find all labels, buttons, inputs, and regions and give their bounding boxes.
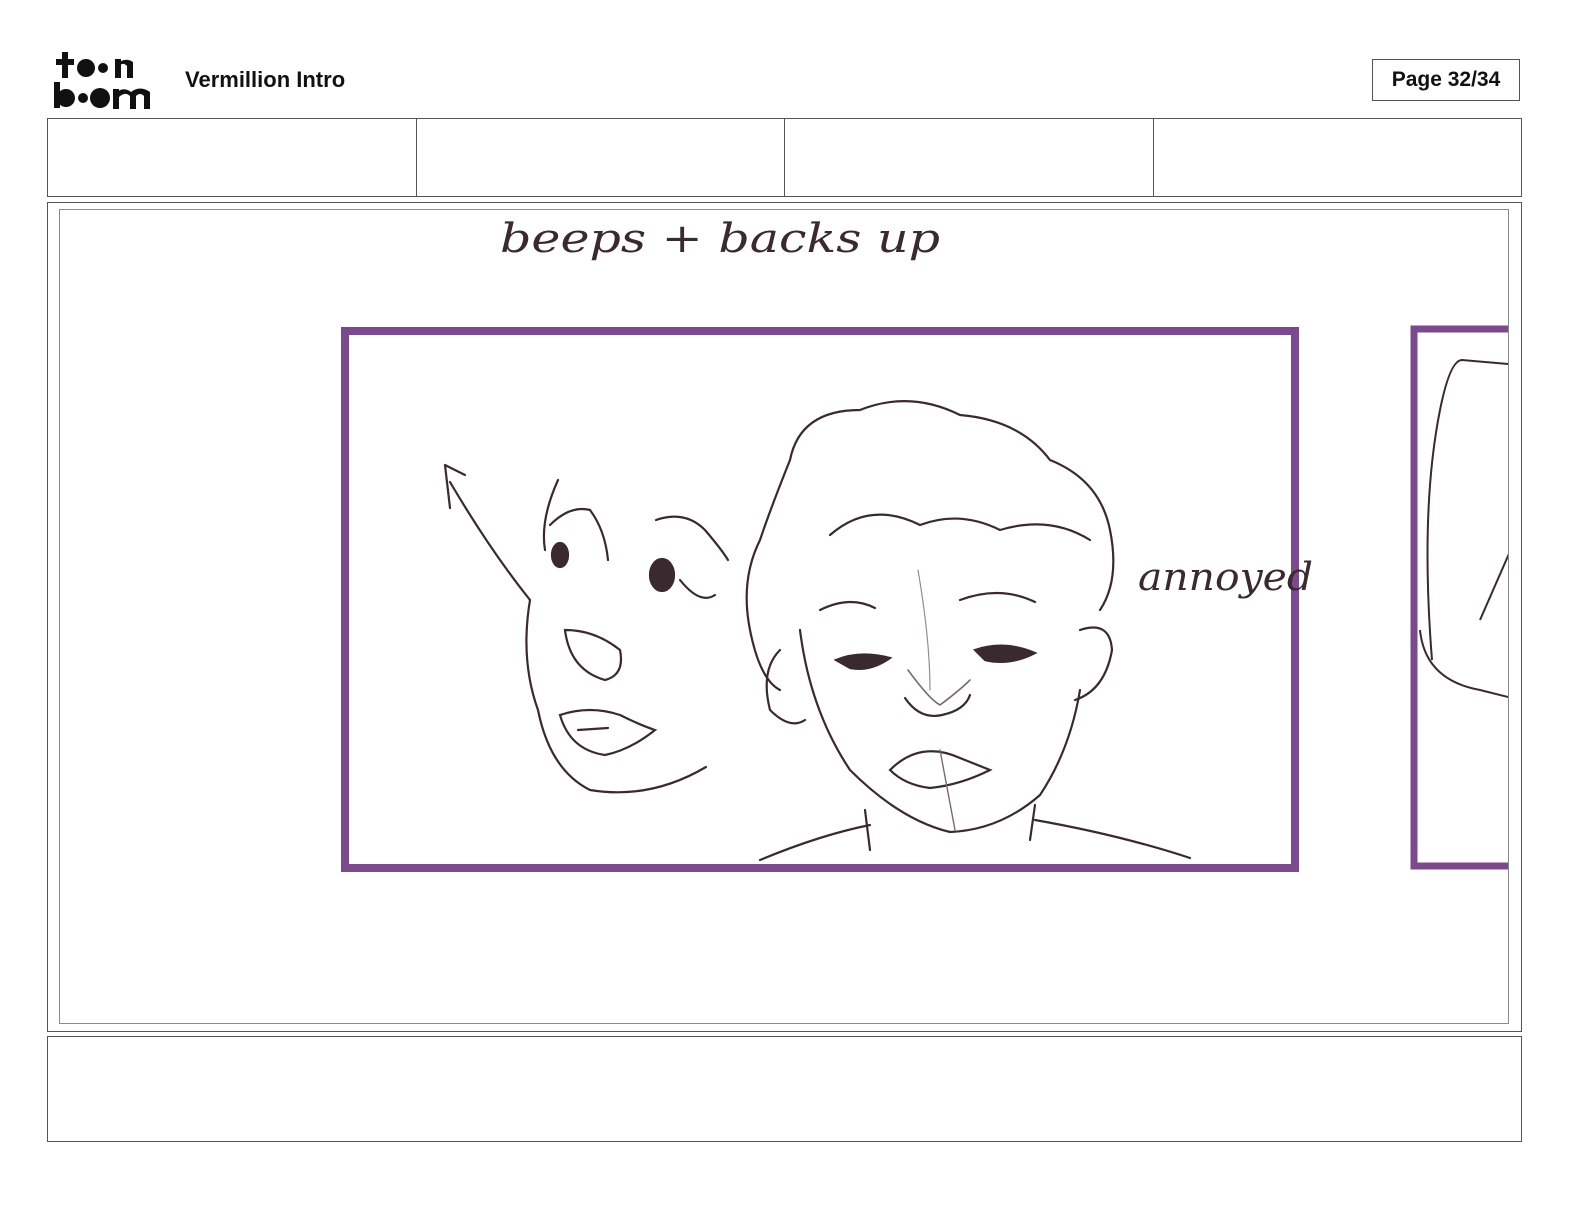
info-cell-4 <box>1154 119 1522 196</box>
annotation-side: annoyed <box>1138 555 1313 599</box>
info-cell-1 <box>48 119 417 196</box>
panel-image: beeps + backs up annoyed <box>59 209 1509 1024</box>
storyboard-sketch: beeps + backs up annoyed <box>341 216 1508 872</box>
character-sketch <box>443 400 1192 862</box>
panel-info-row <box>47 118 1522 197</box>
camera-frame <box>341 327 1299 872</box>
info-cell-3 <box>785 119 1154 196</box>
info-cell-2 <box>417 119 785 196</box>
project-title: Vermillion Intro <box>185 67 346 92</box>
toon-boom-logo <box>54 52 150 109</box>
annotation-top: beeps + backs up <box>500 216 940 262</box>
notes-box <box>47 1036 1522 1142</box>
page-number: Page 32/34 <box>1372 59 1520 101</box>
